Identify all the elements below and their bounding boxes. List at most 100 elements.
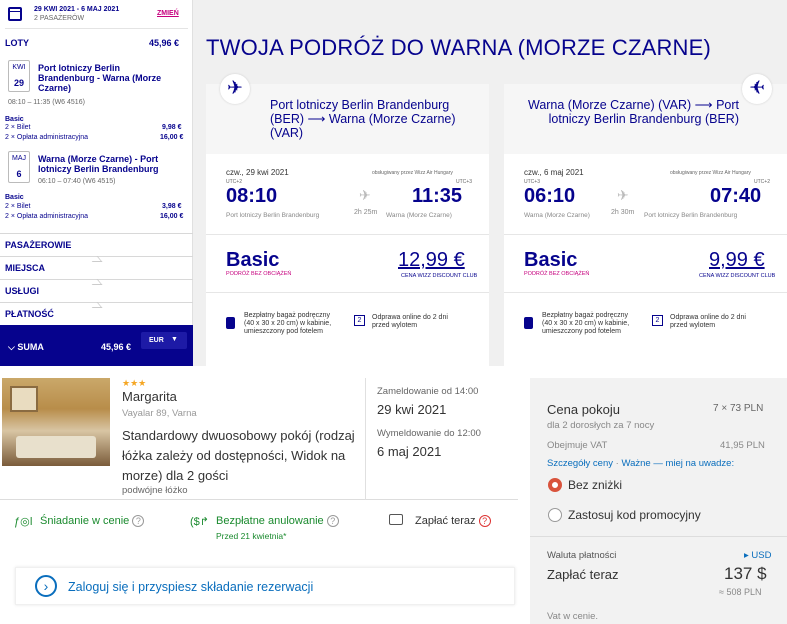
total-value: 45,96 € [101,342,132,352]
no-discount-label: Bez zniżki [568,478,623,492]
booking-sidebar: 29 KWI 2021 - 6 MAJ 2021 2 PASAŻERÓW ZMI… [0,0,193,366]
chevron-down-icon [87,302,103,308]
flight2-month: MAJ [12,155,26,162]
flights-total: 45,96 € [149,38,180,48]
outbound-date: czw., 29 kwi 2021 [226,168,289,177]
flight1-line2: 2 × Opłata administracyjna [5,134,89,141]
total-bar: ⌵ SUMA 45,96 € EUR ▼ [0,325,193,366]
flight1-month: KWI [12,64,26,71]
flights-label: LOTY [5,38,29,48]
free-cancel-label: Bezpłatne anulowanie [216,515,324,527]
flight2-value1: 3,98 € [162,203,182,210]
return-from: Warna (Morze Czarne) [524,212,590,219]
outbound-price-sub: CENA WIZZ DISCOUNT CLUB [401,273,478,279]
flight2-line2: 2 × Opłata administracyjna [5,213,89,220]
return-checkin-info: Odprawa online do 2 dni przed wylotem [670,314,746,329]
checkout-date: 6 maj 2021 [377,444,442,459]
hotel-photo [2,378,110,466]
return-duration: 2h 30m [611,209,635,216]
section-payment-label: PŁATNOŚĆ [5,309,54,319]
outbound-price: 12,99 € [398,249,465,271]
flight1-route: Port lotniczy Berlin Brandenburg - Warna… [38,63,162,93]
airplane-icon: ✈ [742,74,772,104]
booking-dates-header: 29 KWI 2021 - 6 MAJ 2021 2 PASAŻERÓW ZMI… [5,3,188,29]
important-info-link[interactable]: Ważne — miej na uwadze: [621,458,734,469]
help-icon[interactable]: ? [478,515,491,528]
payment-currency-label: Waluta płatności [547,550,617,561]
checkin-icon: 2 [652,315,663,326]
checkin-date: 29 kwi 2021 [377,402,447,417]
hotel-photo-bed [16,436,96,458]
flight1-date-badge: KWI 29 [8,60,30,92]
return-price: 9,99 € [709,249,765,271]
login-banner[interactable]: › Zaloguj się i przyspiesz składanie rez… [15,567,515,605]
radio-no-discount[interactable] [548,478,562,492]
section-payment[interactable]: PŁATNOŚĆ [0,302,193,322]
divider [504,234,787,235]
pay-now-info[interactable]: Zapłać teraz ? [415,515,491,528]
vat-note: Vat w cenie. [547,611,599,622]
outbound-bag-info: Bezpłatny bagaż podręczny (40 x 30 x 20 … [244,312,332,335]
return-route-title: Warna (Morze Czarne) (VAR) ⟶ Port lotnic… [527,98,739,126]
outbound-from: Port lotniczy Berlin Brandenburg [226,212,320,219]
chevron-down-icon [87,256,103,262]
help-icon[interactable]: ? [326,515,339,528]
room-price-nights: 7 × 73 PLN [713,403,764,414]
login-link[interactable]: Zaloguj się i przyspiesz składanie rezer… [68,580,313,594]
currency-select-value: EUR [149,337,164,344]
price-details-link[interactable]: Szczegóły ceny [547,458,613,469]
outbound-duration: 2h 25m [354,209,378,216]
help-icon[interactable]: ? [132,515,145,528]
return-flight-card: ✈ Warna (Morze Czarne) (VAR) ⟶ Port lotn… [504,74,787,366]
divider [206,292,489,293]
flight1-day: 29 [13,78,24,88]
flight1-line1: 2 × Bilet [5,124,31,131]
flight1-value1: 9,98 € [162,124,182,131]
calendar-icon [8,7,22,21]
booking-dates: 29 KWI 2021 - 6 MAJ 2021 [34,6,120,13]
payment-currency-select[interactable]: ▸ USD [744,550,771,561]
chevron-right-icon: › [35,575,57,597]
return-arrival-time: 07:40 [710,185,762,207]
room-description: Standardowy dwuosobowy pokój (rodzaj łóż… [122,428,355,483]
outbound-fare-sub: PODRÓŻ BEZ OBCIĄŻEŃ [226,271,292,277]
promo-code-label: Zastosuj kod promocyjny [568,508,701,522]
page-title: TWOJA PODRÓŻ DO WARNA (MORZE CZARNE) [206,35,712,60]
hotel-photo-window [10,386,38,412]
section-seats[interactable]: MIEJSCA [0,256,193,276]
passenger-count: 2 PASAŻERÓW [34,15,85,22]
airplane-icon: ✈ [220,74,250,104]
return-fare-sub: PODRÓŻ BEZ OBCIĄŻEŃ [524,271,590,277]
bed-type: podwójne łóżko [122,485,188,496]
outbound-route-title: Port lotniczy Berlin Brandenburg (BER) ⟶… [270,98,456,140]
radio-promo-code[interactable] [548,508,562,522]
outbound-checkin-info: Odprawa online do 2 dni przed wylotem [372,314,448,329]
divider [530,536,787,537]
outbound-fare-name: Basic [226,249,280,271]
return-bag-info: Bezpłatny bagaż podręczny (40 x 30 x 20 … [542,312,630,335]
total-label-text: SUMA [17,342,44,352]
pay-now-total: 137 $ [724,564,767,583]
return-date: czw., 6 maj 2021 [524,168,584,177]
flight2-route: Warna (Morze Czarne) - Port lotniczy Ber… [38,154,159,174]
flight2-line1: 2 × Bilet [5,203,31,210]
breakfast-label: Śniadanie w cenie [40,515,130,527]
return-to: Port lotniczy Berlin Brandenburg [644,212,738,219]
outbound-arrival-time: 11:35 [412,185,463,207]
divider [504,292,787,293]
outbound-operator: obsługiwany przez Wizz Air Hungary [372,170,453,176]
hotel-name: Margarita [122,389,177,404]
breakfast-info[interactable]: Śniadanie w cenie ? [40,515,145,528]
section-services[interactable]: USŁUGI [0,279,193,299]
flight2-time: 06:10 – 07:40 (W6 4515) [38,178,116,185]
flight2-date-badge: MAJ 6 [8,151,30,183]
currency-select[interactable]: EUR ▼ [141,332,187,349]
return-price-sub: CENA WIZZ DISCOUNT CLUB [699,273,776,279]
vat-value: 41,95 PLN [720,440,765,451]
section-passengers[interactable]: PASAŻEROWIE [0,233,193,253]
bag-icon [524,317,533,329]
checkin-icon: 2 [354,315,365,326]
flight1-time: 08:10 – 11:35 (W6 4516) [8,99,85,106]
change-button[interactable]: ZMIEŃ [157,10,179,18]
free-cancel-info[interactable]: Bezpłatne anulowanie ? [216,515,339,528]
